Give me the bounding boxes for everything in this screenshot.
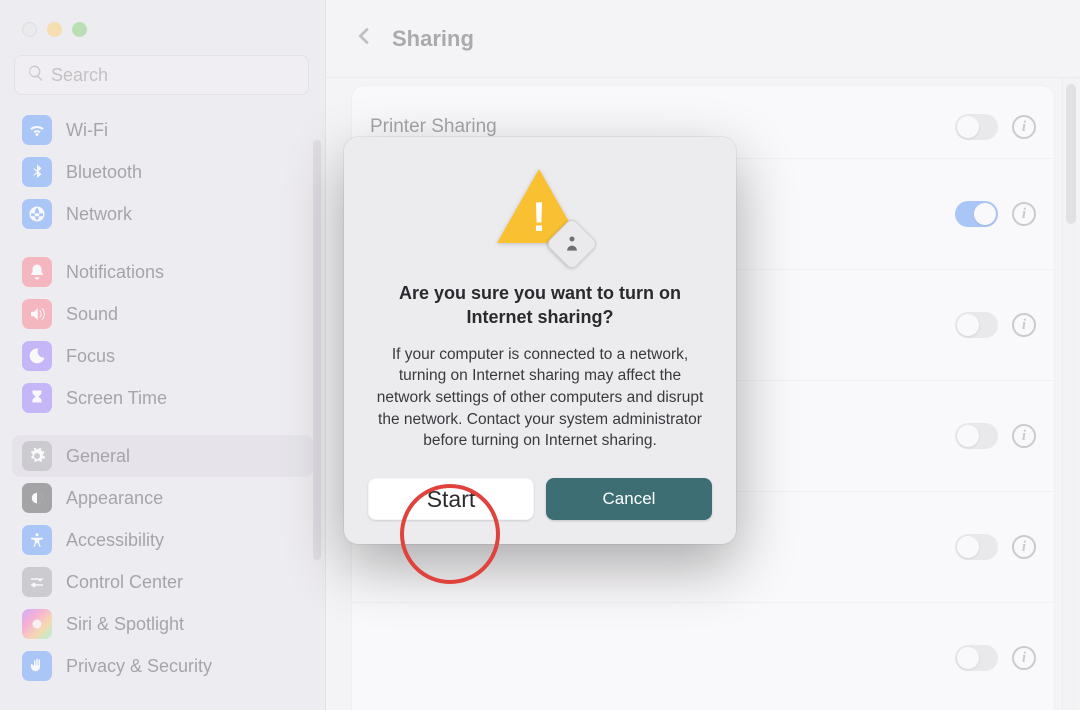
start-button[interactable]: Start	[368, 478, 534, 520]
dialog-title: Are you sure you want to turn on Interne…	[368, 281, 712, 330]
cancel-button[interactable]: Cancel	[546, 478, 712, 520]
dialog-body: If your computer is connected to a netwo…	[368, 344, 712, 452]
warning-icon	[495, 167, 585, 257]
confirm-internet-sharing-dialog: Are you sure you want to turn on Interne…	[344, 137, 736, 544]
